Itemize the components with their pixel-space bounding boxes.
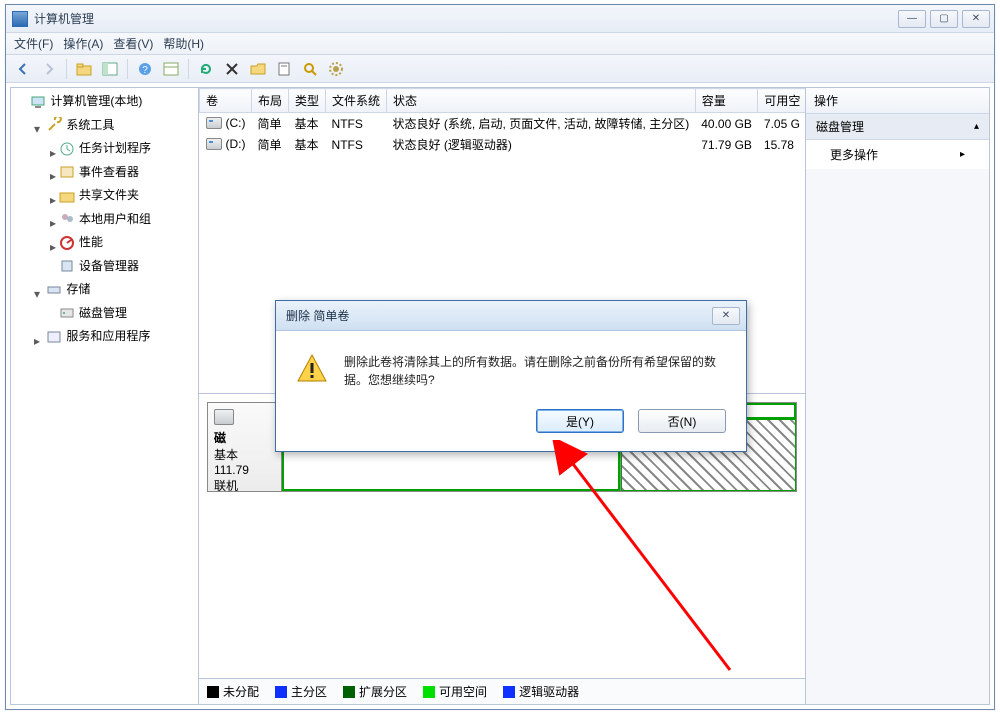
disk-info[interactable]: 磁 基本 111.79 联机 (208, 403, 282, 491)
legend: 未分配 主分区 扩展分区 可用空间 逻辑驱动器 (199, 678, 805, 704)
yes-button[interactable]: 是(Y) (536, 409, 624, 433)
gear-icon (328, 61, 344, 77)
tree-icon (163, 61, 179, 77)
performance-icon (59, 235, 75, 251)
table-row[interactable]: (D:) 简单 基本 NTFS 状态良好 (逻辑驱动器) 71.79 GB 15… (200, 134, 806, 155)
toolbar: ? (6, 55, 994, 83)
disk-icon (59, 305, 75, 321)
tree-storage[interactable]: 存储 (46, 280, 90, 299)
actions-more[interactable]: 更多操作 ▸ (806, 140, 989, 169)
tree-task-scheduler[interactable]: 任务计划程序 (59, 139, 151, 158)
tree-shared-folders[interactable]: 共享文件夹 (59, 186, 139, 205)
help-button[interactable]: ? (134, 58, 156, 80)
help-icon: ? (137, 61, 153, 77)
back-icon (15, 61, 31, 77)
col-status[interactable]: 状态 (387, 89, 696, 113)
computer-icon (30, 94, 46, 110)
actions-section-disk-management[interactable]: 磁盘管理 ▴ (806, 114, 989, 140)
table-row[interactable]: (C:) 简单 基本 NTFS 状态良好 (系统, 启动, 页面文件, 活动, … (200, 113, 806, 135)
services-icon (46, 329, 62, 345)
open-folder-icon (250, 61, 266, 77)
properties-icon (276, 61, 292, 77)
menu-help[interactable]: 帮助(H) (163, 35, 204, 52)
legend-swatch-logical (503, 686, 515, 698)
tree-root[interactable]: 计算机管理(本地) (30, 92, 142, 111)
close-button[interactable]: ✕ (962, 10, 990, 28)
forward-button[interactable] (38, 58, 60, 80)
minimize-button[interactable]: — (898, 10, 926, 28)
no-button[interactable]: 否(N) (638, 409, 726, 433)
clock-icon (59, 141, 75, 157)
legend-swatch-free (423, 686, 435, 698)
app-icon (12, 11, 28, 27)
tree-system-tools[interactable]: 系统工具 (46, 116, 114, 135)
tree-event-viewer[interactable]: 事件查看器 (59, 163, 139, 182)
panel-icon (102, 61, 118, 77)
tools-icon (46, 117, 62, 133)
search-icon (302, 61, 318, 77)
folder-icon (76, 61, 92, 77)
tree-local-users[interactable]: 本地用户和组 (59, 210, 151, 229)
storage-icon (46, 282, 62, 298)
confirm-delete-dialog: 删除 简单卷 ✕ 删除此卷将清除其上的所有数据。请在删除之前备份所有希望保留的数… (275, 300, 747, 452)
settings-button[interactable] (325, 58, 347, 80)
tree-services-apps[interactable]: 服务和应用程序 (46, 327, 150, 346)
col-free[interactable]: 可用空 (758, 89, 805, 113)
tree-disk-management[interactable]: 磁盘管理 (59, 304, 127, 323)
open-button[interactable] (247, 58, 269, 80)
actions-header: 操作 (806, 88, 989, 114)
refresh-button[interactable] (195, 58, 217, 80)
drive-icon (206, 138, 222, 150)
maximize-button[interactable]: ▢ (930, 10, 958, 28)
legend-swatch-extended (343, 686, 355, 698)
device-icon (59, 258, 75, 274)
search-button[interactable] (299, 58, 321, 80)
menu-view[interactable]: 查看(V) (113, 35, 153, 52)
event-icon (59, 164, 75, 180)
up-button[interactable] (73, 58, 95, 80)
properties-button[interactable] (273, 58, 295, 80)
twisty-icon[interactable]: ▾ (31, 120, 43, 139)
menubar: 文件(F) 操作(A) 查看(V) 帮助(H) (6, 33, 994, 55)
users-icon (59, 211, 75, 227)
actions-pane: 操作 磁盘管理 ▴ 更多操作 ▸ (805, 88, 989, 704)
col-type[interactable]: 类型 (289, 89, 326, 113)
dialog-message: 删除此卷将清除其上的所有数据。请在删除之前备份所有希望保留的数据。您想继续吗? (344, 353, 726, 389)
window-title: 计算机管理 (34, 10, 898, 27)
chevron-right-icon: ▸ (960, 149, 965, 160)
delete-button[interactable] (221, 58, 243, 80)
disk-mini-icon (214, 409, 234, 425)
col-fs[interactable]: 文件系统 (326, 89, 387, 113)
twisty-icon[interactable]: ▾ (31, 285, 43, 304)
col-volume[interactable]: 卷 (200, 89, 252, 113)
col-layout[interactable]: 布局 (252, 89, 289, 113)
legend-swatch-unallocated (207, 686, 219, 698)
svg-text:?: ? (142, 65, 148, 76)
dialog-close-button[interactable]: ✕ (712, 307, 740, 325)
titlebar: 计算机管理 — ▢ ✕ (6, 5, 994, 33)
collapse-icon: ▴ (974, 121, 979, 132)
legend-swatch-primary (275, 686, 287, 698)
dialog-titlebar[interactable]: 删除 简单卷 ✕ (276, 301, 746, 331)
col-capacity[interactable]: 容量 (695, 89, 758, 113)
tree-device-manager[interactable]: 设备管理器 (59, 257, 139, 276)
drive-icon (206, 117, 222, 129)
tree-pane[interactable]: 计算机管理(本地) ▾ 系统工具 ▸ 任务计划程序 (11, 88, 199, 704)
forward-icon (41, 61, 57, 77)
tree-performance[interactable]: 性能 (59, 233, 103, 252)
menu-action[interactable]: 操作(A) (63, 35, 103, 52)
twisty-icon[interactable]: ▸ (31, 332, 43, 351)
share-icon (59, 188, 75, 204)
refresh-icon (198, 61, 214, 77)
panel-toggle-button[interactable] (99, 58, 121, 80)
warning-icon (296, 353, 328, 385)
dialog-title: 删除 简单卷 (282, 307, 712, 324)
delete-icon (224, 61, 240, 77)
back-button[interactable] (12, 58, 34, 80)
menu-file[interactable]: 文件(F) (14, 35, 53, 52)
console-tree-button[interactable] (160, 58, 182, 80)
table-header-row[interactable]: 卷 布局 类型 文件系统 状态 容量 可用空 (200, 89, 806, 113)
